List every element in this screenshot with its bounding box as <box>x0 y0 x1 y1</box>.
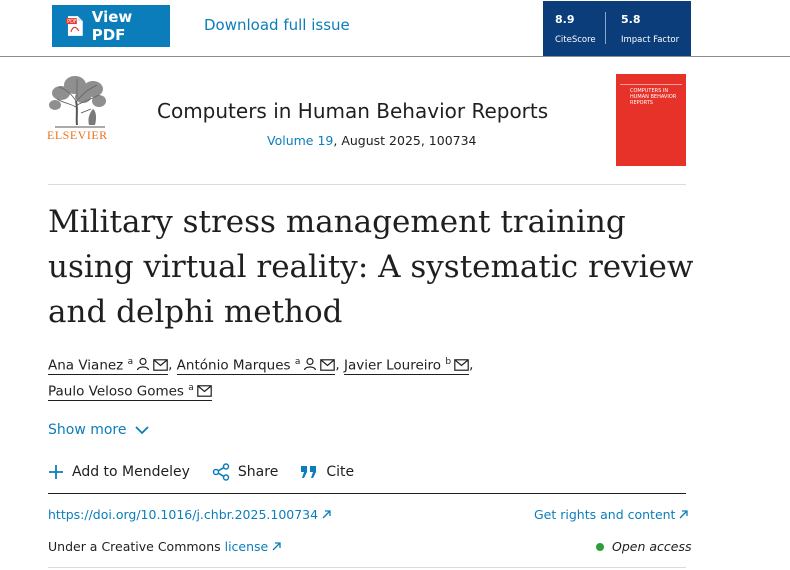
download-full-issue-link[interactable]: Download full issue <box>204 16 350 34</box>
mendeley-label: Add to Mendeley <box>72 464 190 480</box>
pdf-icon: PDF <box>66 16 83 36</box>
author-paulo-veloso-gomes[interactable]: Paulo Veloso Gomes a <box>48 379 212 401</box>
rights-text: Get rights and content <box>534 507 676 522</box>
toolbar-divider <box>0 56 790 57</box>
author-name: Javier Loureiro <box>343 357 442 373</box>
open-access-dot-icon <box>596 542 604 551</box>
author-affiliation: a <box>127 356 134 367</box>
citescore-value: 8.9 <box>555 13 575 26</box>
impact-factor-caption: Impact Factor <box>621 35 680 45</box>
svg-text:PDF: PDF <box>67 19 77 25</box>
author-affiliation: a <box>294 356 301 367</box>
quote-icon <box>301 466 317 478</box>
journal-metrics[interactable]: 8.9 CiteScore 5.8 Impact Factor <box>543 1 691 56</box>
add-to-mendeley-button[interactable]: Add to Mendeley <box>48 464 190 480</box>
envelope-icon <box>320 359 336 371</box>
external-arrow-icon <box>322 510 331 519</box>
person-icon <box>304 357 317 371</box>
open-access-badge: Open access <box>596 539 691 554</box>
external-arrow-icon <box>272 542 281 551</box>
footer-divider <box>48 567 686 568</box>
impact-factor-value: 5.8 <box>621 13 641 26</box>
issue-details: , August 2025, 100734 <box>333 133 477 148</box>
journal-title[interactable]: Computers in Human Behavior Reports <box>157 99 548 123</box>
person-icon <box>136 357 150 371</box>
view-pdf-label: View PDF <box>91 8 133 44</box>
envelope-icon <box>153 359 168 371</box>
elsevier-wordmark: ELSEVIER <box>47 128 108 142</box>
author-name: Ana Vianez <box>48 357 124 373</box>
metrics-divider <box>605 12 606 44</box>
view-pdf-button[interactable]: PDF View PDF <box>52 5 170 47</box>
cover-rule <box>620 84 682 85</box>
chevron-down-icon <box>134 425 149 434</box>
license-text: license <box>224 539 269 554</box>
share-button[interactable]: Share <box>212 463 278 481</box>
author-antonio-marques[interactable]: António Marques a <box>176 353 336 375</box>
volume-link[interactable]: Volume 19 <box>267 133 333 148</box>
cite-label: Cite <box>326 464 355 480</box>
author-name: António Marques <box>176 357 291 373</box>
cite-button[interactable]: Cite <box>300 464 354 480</box>
article-actions: Add to Mendeley Share Cite <box>48 463 376 481</box>
author-ana-vianez[interactable]: Ana Vianez a <box>48 353 169 375</box>
author-affiliation: b <box>445 356 452 367</box>
volume-line: Volume 19, August 2025, 100734 <box>267 133 477 148</box>
open-access-label: Open access <box>612 539 692 554</box>
share-label: Share <box>237 464 279 480</box>
cc-prefix: Under a Creative Commons <box>48 539 225 554</box>
creative-commons-line: Under a Creative Commons license <box>48 539 281 554</box>
external-arrow-icon <box>679 510 689 519</box>
envelope-icon <box>454 359 469 371</box>
plus-icon <box>49 465 63 479</box>
author-affiliation: a <box>188 382 194 393</box>
citescore-caption: CiteScore <box>555 35 596 45</box>
envelope-icon <box>196 385 212 397</box>
journal-cover-image[interactable]: COMPUTERS IN HUMAN BEHAVIOR REPORTS <box>616 74 686 166</box>
article-title: Military stress management training usin… <box>48 204 694 330</box>
author-javier-loureiro[interactable]: Javier Loureiro b <box>343 353 470 375</box>
citescore-metric: 8.9 CiteScore <box>555 13 596 45</box>
get-rights-link[interactable]: Get rights and content <box>534 507 689 522</box>
cover-title: COMPUTERS IN HUMAN BEHAVIOR REPORTS <box>630 88 677 106</box>
show-more-button[interactable]: Show more <box>48 422 149 438</box>
impact-factor-metric: 5.8 Impact Factor <box>621 13 679 45</box>
doi-link[interactable]: https://doi.org/10.1016/j.chbr.2025.1007… <box>48 507 331 522</box>
doi-text: https://doi.org/10.1016/j.chbr.2025.1007… <box>48 507 319 522</box>
share-icon <box>212 463 230 481</box>
author-list: Ana Vianez a, António Marques a, Javier … <box>48 352 688 404</box>
license-link[interactable]: license <box>225 539 282 554</box>
header-divider <box>48 184 686 185</box>
show-more-label: Show more <box>48 422 127 438</box>
actions-divider <box>48 493 686 494</box>
author-name: Paulo Veloso Gomes <box>48 383 184 399</box>
